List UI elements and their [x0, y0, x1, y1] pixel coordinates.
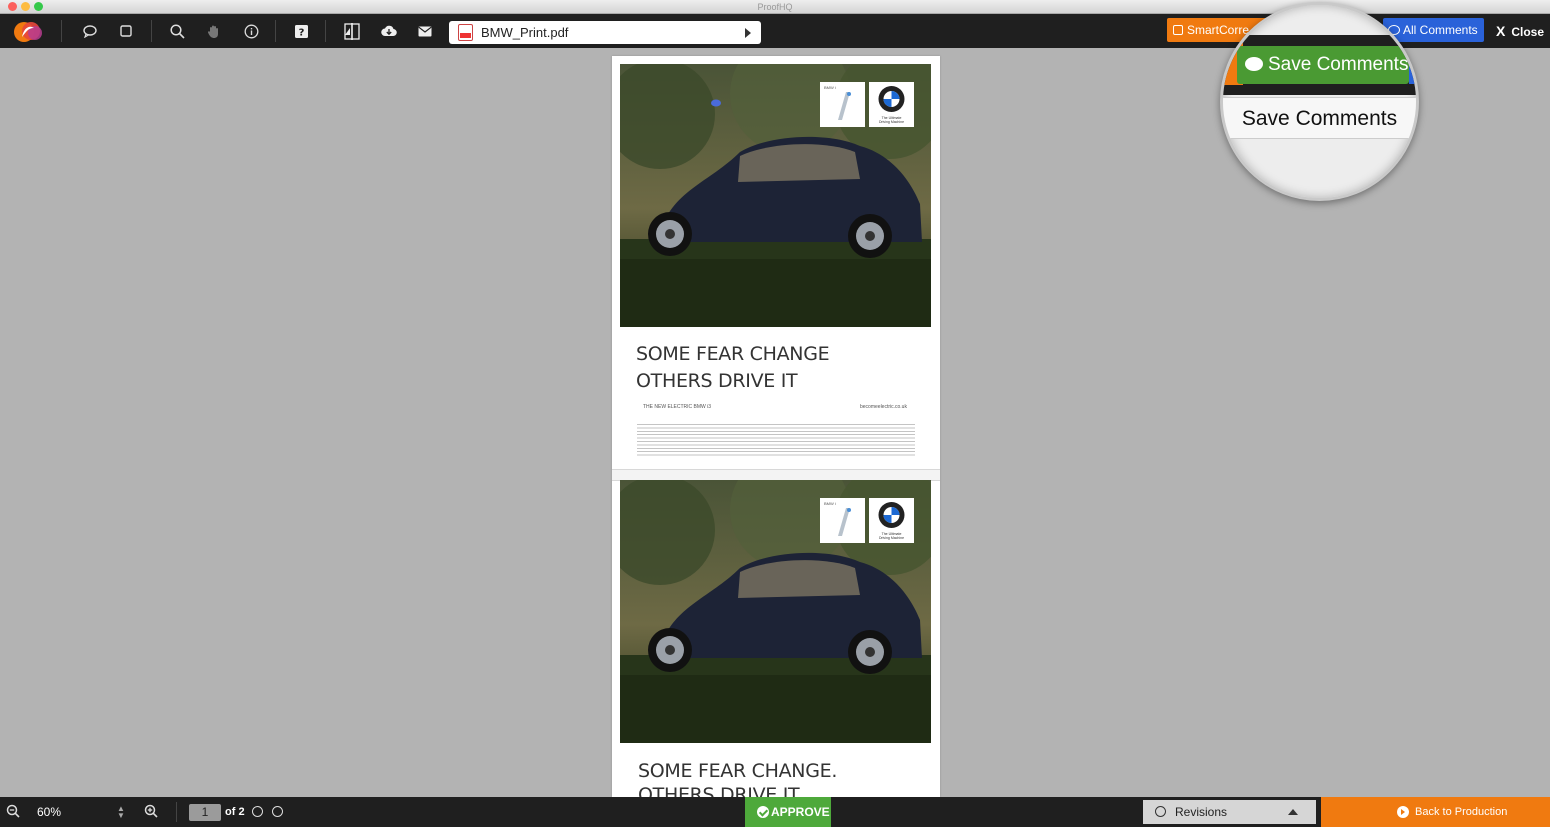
toolbar-separator [61, 20, 62, 42]
page-2-photo: BMW i The Ultimate Driving Machine [620, 480, 931, 743]
save-comments-button[interactable]: Save Comments [1237, 46, 1409, 84]
zoom-in-icon[interactable] [144, 804, 160, 820]
search-icon[interactable] [166, 21, 188, 41]
toolbar-separator [325, 20, 326, 42]
annotation-marker-icon[interactable] [711, 99, 721, 107]
bmw-i-badge: BMW i [820, 498, 865, 543]
arrow-circle-icon [1397, 806, 1409, 818]
toolbar-separator [275, 20, 276, 42]
bottom-toolbar: 60% ▲ ▼ 1 of 2 APPROVE Revisions Back to … [0, 797, 1550, 827]
save-comments-menu-item[interactable]: Save Comments [1223, 97, 1416, 139]
magnified-all-comments-edge [1409, 46, 1416, 84]
speech-bubble-icon [1245, 57, 1263, 71]
approve-label: APPROVE [771, 805, 830, 819]
zoom-level[interactable]: 60% [37, 805, 61, 819]
previous-page-icon[interactable] [252, 806, 263, 817]
rectangle-icon[interactable] [115, 21, 137, 41]
document-viewer[interactable]: BMW i The Ultimate Driving Machine SOME F… [612, 56, 940, 797]
page-1-photo: BMW i The Ultimate Driving Machine [620, 64, 931, 327]
save-comments-label: Save Comments [1268, 54, 1409, 75]
svg-text:BMW i: BMW i [824, 501, 836, 506]
edit-icon [1173, 25, 1183, 35]
page-1-headline-line2: OTHERS DRIVE IT [636, 370, 798, 392]
bmw-i-badge: BMW i [820, 82, 865, 127]
svg-text:Driving Machine: Driving Machine [879, 120, 904, 124]
help-icon[interactable]: ? [290, 21, 312, 41]
page-2-headline-line2: OTHERS DRIVE IT [638, 784, 800, 797]
page-number-input[interactable]: 1 [189, 804, 221, 821]
revisions-label: Revisions [1175, 805, 1228, 819]
download-icon[interactable] [378, 21, 400, 41]
page-total: of 2 [225, 806, 245, 818]
bmw-logo-badge: The Ultimate Driving Machine [869, 82, 914, 127]
info-icon[interactable] [240, 21, 262, 41]
page-1-body-copy [637, 424, 915, 458]
close-label: Close [1511, 25, 1545, 39]
back-to-production-button[interactable]: Back to Production [1321, 797, 1550, 827]
file-name: BMW_Print.pdf [481, 25, 569, 40]
close-icon: X [1496, 23, 1506, 39]
page-1-headline-line1: SOME FEAR CHANGE [636, 343, 830, 365]
svg-text:BMW i: BMW i [824, 85, 836, 90]
pan-hand-icon[interactable] [203, 21, 225, 41]
pdf-file-icon [458, 24, 473, 41]
approve-button[interactable]: APPROVE [745, 797, 831, 827]
comment-icon[interactable] [79, 21, 101, 41]
compare-icon[interactable] [341, 21, 363, 41]
toolbar-separator [176, 802, 177, 822]
check-circle-icon [757, 806, 769, 818]
magnifier-callout: Save Comments Save Comments [1220, 2, 1419, 201]
history-icon [1155, 806, 1166, 817]
page-1-url: becomeelectric.co.uk [860, 404, 907, 410]
app-logo-icon [12, 19, 46, 43]
svg-text:Driving Machine: Driving Machine [879, 536, 904, 540]
file-next-arrow-icon[interactable] [745, 28, 751, 38]
file-selector[interactable]: BMW_Print.pdf [449, 21, 761, 44]
toolbar-separator [151, 20, 152, 42]
email-icon[interactable] [414, 21, 436, 41]
zoom-out-icon[interactable] [6, 804, 22, 820]
page-2-headline-line1: SOME FEAR CHANGE. [638, 760, 838, 782]
revisions-dropdown[interactable]: Revisions [1143, 800, 1316, 824]
next-page-icon[interactable] [272, 806, 283, 817]
back-to-production-label: Back to Production [1415, 806, 1508, 818]
svg-text:?: ? [298, 27, 304, 38]
bmw-logo-badge: The Ultimate Driving Machine [869, 498, 914, 543]
page-1-tagline: THE NEW ELECTRIC BMW i3 [643, 404, 712, 410]
zoom-stepper-icon[interactable]: ▲ ▼ [117, 805, 125, 820]
close-button[interactable]: X Close [1496, 23, 1544, 39]
caret-up-icon [1288, 809, 1298, 815]
